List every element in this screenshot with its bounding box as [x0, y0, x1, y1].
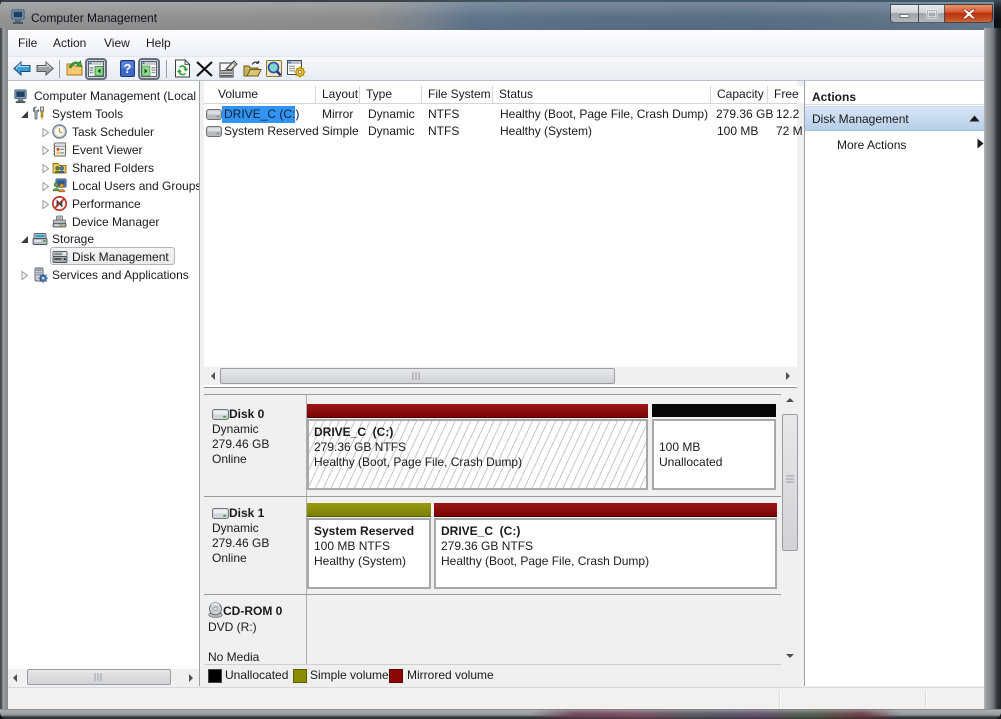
svg-text:?: ? — [124, 61, 132, 76]
